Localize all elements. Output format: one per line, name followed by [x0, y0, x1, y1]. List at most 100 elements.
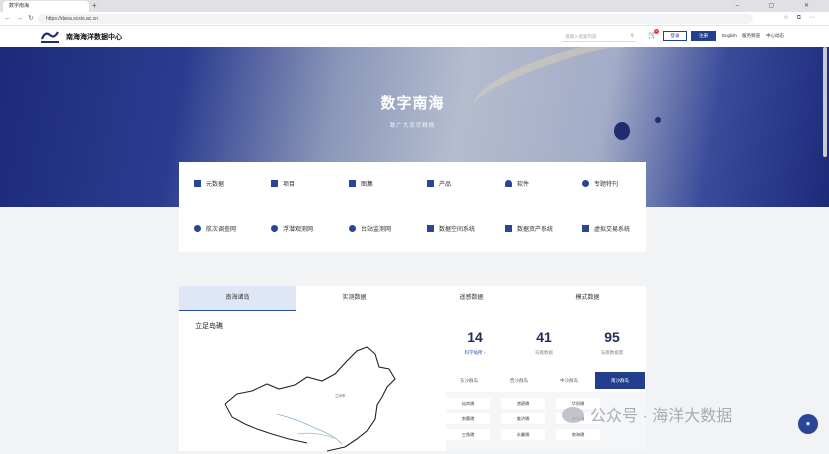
quick-link-label: 虚拟交易系统: [594, 227, 631, 233]
stat-number: 14: [467, 329, 483, 345]
tab-islands[interactable]: 南海诸岛: [179, 286, 296, 311]
site-logo[interactable]: [40, 29, 60, 44]
segment-dongsha[interactable]: 东沙群岛: [446, 372, 492, 389]
folder-icon: [271, 180, 278, 187]
stat-stations[interactable]: 14 科学站所 ›: [450, 329, 500, 356]
tab-model-data[interactable]: 模式数据: [529, 286, 646, 311]
browser-tab-title: 数字南海: [9, 3, 30, 9]
island-item[interactable]: 南薰礁: [446, 413, 490, 424]
quick-link-virtual-trade[interactable]: 虚拟交易系统: [582, 225, 630, 235]
stat-label: 科学站所 ›: [464, 350, 486, 355]
segment-nansha[interactable]: 南沙群岛: [595, 372, 645, 389]
island-item[interactable]: 三角礁: [446, 429, 490, 440]
stat-islands: 41 岛礁数据: [519, 329, 569, 356]
screen-icon: [582, 225, 589, 232]
quick-link-metadata[interactable]: 元数据: [194, 180, 224, 190]
quick-link-label: 数据空间系统: [439, 227, 476, 233]
quick-link-label: 项目: [283, 182, 296, 188]
quick-link-product[interactable]: 产品: [427, 180, 451, 190]
quick-link-software[interactable]: 软件: [505, 180, 529, 190]
menu-icon[interactable]: ⋯: [809, 15, 823, 21]
quick-link-data-asset[interactable]: 数据资产系统: [505, 225, 553, 235]
map-city-label: 兰州市: [335, 393, 346, 398]
stat-label: 岛礁数据: [535, 350, 553, 355]
target-icon: [582, 180, 589, 187]
register-button[interactable]: 注册: [691, 31, 716, 41]
china-map[interactable]: 兰州市: [217, 339, 417, 454]
window-controls[interactable]: – ▢ ✕: [736, 0, 823, 12]
hero-subtitle: 致广大而尽精微: [389, 123, 436, 129]
island-item[interactable]: 美济礁: [501, 413, 545, 424]
tab-remote-sensing[interactable]: 遥感数据: [413, 286, 530, 311]
browser-tab[interactable]: 数字南海: [3, 1, 89, 12]
site-title[interactable]: 南海海洋数据中心: [66, 32, 122, 42]
segment-zhongsha[interactable]: 中沙群岛: [546, 372, 592, 389]
search-input[interactable]: 请输入搜索内容 ⚲: [562, 31, 636, 42]
stat-number: 95: [604, 329, 620, 345]
address-bar-row: ←→↻ https://dsea.scsio.ac.cn ☆⧉⋯: [0, 12, 829, 26]
quick-link-label: 图集: [361, 182, 374, 188]
browser-toolbar-icons[interactable]: ☆⧉⋯: [783, 14, 823, 22]
compass-icon: [194, 225, 201, 232]
data-tabs: 南海诸岛 实测数据 遥感数据 模式数据: [179, 286, 646, 311]
quick-links-panel: 元数据 项目 图集 产品 软件 专题特刊 航次调查网 浮潜观测网 台站监测网 数…: [179, 162, 646, 252]
quick-link-project[interactable]: 项目: [271, 180, 295, 190]
island-item[interactable]: 渚碧礁: [501, 398, 545, 409]
nav-buttons[interactable]: ←→↻: [4, 14, 39, 22]
monitor-icon: [427, 225, 434, 232]
stat-number: 41: [536, 329, 552, 345]
star-icon[interactable]: ☆: [783, 15, 796, 21]
quick-link-buoy[interactable]: 浮潜观测网: [271, 225, 313, 235]
quick-link-label: 航次调查网: [206, 227, 237, 233]
cart-badge: 0: [654, 29, 659, 34]
new-tab-button[interactable]: +: [92, 1, 97, 11]
quick-link-label: 专题特刊: [594, 182, 619, 188]
browser-tab-strip: 数字南海 + – ▢ ✕: [0, 0, 829, 12]
english-link[interactable]: English: [722, 33, 737, 38]
quick-link-cruise[interactable]: 航次调查网: [194, 225, 236, 235]
person-icon: [271, 225, 278, 232]
floating-assistant-icon[interactable]: ◉: [798, 414, 818, 434]
news-link[interactable]: 中心动态: [766, 33, 784, 39]
island-item[interactable]: 仙宾礁: [446, 398, 490, 409]
cloud-icon: [505, 180, 512, 187]
location-icon: [349, 225, 356, 232]
logo-icon: [40, 31, 59, 43]
quick-link-label: 元数据: [206, 182, 225, 188]
cart-icon[interactable]: 🛒 0: [648, 29, 659, 39]
quick-link-label: 台站监测网: [361, 227, 392, 233]
grid-icon: [427, 180, 434, 187]
service-link[interactable]: 服务频道: [742, 33, 760, 39]
segment-xisha[interactable]: 西沙群岛: [496, 372, 542, 389]
stat-label: 岛礁数据量: [600, 350, 624, 355]
quick-link-label: 软件: [517, 182, 530, 188]
wechat-icon: [562, 407, 584, 423]
quick-link-label: 产品: [439, 182, 452, 188]
url-field[interactable]: https://dsea.scsio.ac.cn: [38, 14, 753, 24]
quick-link-label: 数据资产系统: [517, 227, 554, 233]
diamond-icon: [505, 225, 512, 232]
island-item[interactable]: 南海礁: [556, 429, 600, 440]
quick-link-label: 浮潜观测网: [283, 227, 314, 233]
stat-data-volume: 95 岛礁数据量: [587, 329, 637, 356]
image-icon: [349, 180, 356, 187]
section-title: 立足岛礁: [195, 323, 223, 330]
tab-measured-data[interactable]: 实测数据: [296, 286, 413, 311]
island-item[interactable]: 永暑礁: [501, 429, 545, 440]
search-placeholder: 请输入搜索内容: [565, 34, 597, 39]
search-icon[interactable]: ⚲: [630, 31, 634, 42]
watermark-text: 公众号 · 海洋大数据: [590, 408, 733, 425]
quick-link-atlas[interactable]: 图集: [349, 180, 373, 190]
page-scrollbar[interactable]: [823, 47, 827, 157]
hero-title: 数字南海: [380, 95, 445, 112]
extension-icon[interactable]: ⧉: [797, 15, 809, 21]
quick-link-station[interactable]: 台站监测网: [349, 225, 391, 235]
site-header: 南海海洋数据中心 请输入搜索内容 ⚲ 🛒 0 登录 注册 English 服务频道…: [0, 26, 829, 47]
quick-link-special[interactable]: 专题特刊: [582, 180, 618, 190]
forward-icon[interactable]: →: [16, 15, 28, 22]
back-icon[interactable]: ←: [4, 15, 16, 22]
file-icon: [194, 180, 201, 187]
quick-link-data-space[interactable]: 数据空间系统: [427, 225, 475, 235]
login-button[interactable]: 登录: [663, 31, 687, 41]
wechat-watermark: 公众号 · 海洋大数据: [562, 404, 824, 430]
